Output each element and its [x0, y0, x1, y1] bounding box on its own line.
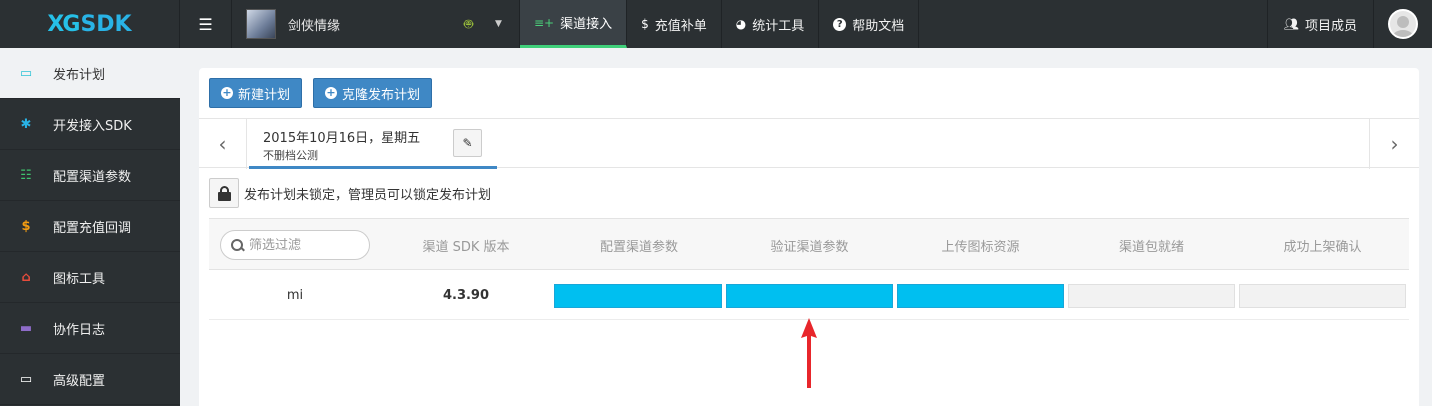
filter-search[interactable] [220, 230, 370, 260]
question-circle-icon: ? [833, 17, 847, 31]
date-tab-active[interactable]: 2015年10月16日，星期五 不删档公测 ✎ [249, 119, 497, 169]
stage-configure-params[interactable] [554, 284, 722, 308]
sidebar-item-dev-sdk[interactable]: ✱ 开发接入SDK [0, 99, 180, 150]
users-icon: 👥︎ [1283, 17, 1299, 31]
lock-notice-text: 发布计划未锁定，管理员可以锁定发布计划 [244, 187, 492, 203]
game-avatar [246, 9, 276, 39]
dollar-icon: $ [641, 17, 649, 31]
sidebar: ▭ 发布计划 ✱ 开发接入SDK ☷ 配置渠道参数 $ 配置充值回调 ⌂ 图标工… [0, 48, 180, 406]
navbar-spacer [919, 0, 1266, 48]
list-icon: ☷ [20, 167, 32, 183]
android-icon: 🤖︎ [464, 14, 474, 33]
image-icon: ⌂ [21, 269, 31, 285]
new-plan-button[interactable]: + 新建计划 [209, 78, 303, 108]
annotation-arrow [801, 318, 817, 388]
game-selector[interactable]: 剑侠情缘 🤖︎ ▼ [232, 0, 520, 48]
project-members-button[interactable]: 👥︎ 项目成员 [1266, 0, 1374, 48]
lock-button[interactable] [209, 178, 239, 208]
nav-label: 统计工具 [752, 18, 805, 34]
plus-circle-icon: + [221, 86, 233, 99]
date-tabs: ‹ 2015年10月16日，星期五 不删档公测 ✎ › [199, 118, 1419, 169]
column-header: 渠道包就绪 [1118, 239, 1184, 255]
sitemap-icon: ≡+ [534, 15, 555, 30]
sidebar-item-recharge-callback[interactable]: $ 配置充值回调 [0, 201, 180, 252]
clone-plan-button[interactable]: + 克隆发布计划 [313, 78, 433, 108]
comment-icon: ▬ [19, 320, 33, 336]
sidebar-item-label: 协作日志 [53, 322, 106, 338]
column-header: 成功上架确认 [1283, 239, 1362, 255]
button-label: 克隆发布计划 [342, 87, 421, 103]
channel-name: mi [286, 287, 304, 303]
sidebar-item-label: 配置渠道参数 [53, 169, 132, 185]
nav-stats[interactable]: ◕ 统计工具 [722, 0, 820, 48]
column-header: 配置渠道参数 [599, 239, 678, 255]
sidebar-item-label: 配置充值回调 [53, 220, 132, 236]
members-label: 项目成员 [1304, 18, 1357, 34]
top-navbar: XG SDK ☰ 剑侠情缘 🤖︎ ▼ ≡+ 渠道接入 $ 充值补单 ◕ 统计工具… [0, 0, 1432, 48]
nav-recharge[interactable]: $ 充值补单 [627, 0, 722, 48]
sidebar-item-release-plan[interactable]: ▭ 发布计划 [0, 48, 180, 99]
logo-text: SDK [80, 11, 132, 37]
nav-label: 帮助文档 [852, 18, 905, 34]
game-name: 剑侠情缘 [288, 18, 341, 34]
column-header: 渠道 SDK 版本 [422, 239, 510, 255]
stage-listing-confirmed[interactable] [1239, 284, 1406, 308]
sidebar-item-advanced[interactable]: ▭ 高级配置 [0, 354, 180, 405]
nav-help[interactable]: ? 帮助文档 [819, 0, 920, 48]
dollar-icon: $ [21, 218, 31, 234]
button-label: 新建计划 [238, 87, 291, 103]
column-header: 上传图标资源 [941, 239, 1020, 255]
stage-upload-icons[interactable] [897, 284, 1064, 308]
bars-icon[interactable]: ☰ [180, 0, 232, 48]
stage-verify-params[interactable] [726, 284, 893, 308]
column-header: 验证渠道参数 [770, 239, 849, 255]
sidebar-item-collab-log[interactable]: ▬ 协作日志 [0, 303, 180, 354]
laptop-icon: ▭ [19, 371, 33, 387]
table-header: 渠道 SDK 版本 配置渠道参数 验证渠道参数 上传图标资源 渠道包就绪 成功上… [209, 218, 1409, 270]
logo-mark: XG [47, 11, 80, 37]
plus-circle-icon: + [325, 86, 337, 99]
pencil-icon[interactable]: ✎ [453, 129, 482, 157]
sidebar-item-label: 高级配置 [53, 373, 106, 389]
avatar [1388, 9, 1418, 39]
nav-label: 充值补单 [654, 18, 707, 34]
user-menu[interactable] [1374, 0, 1432, 48]
search-icon [231, 239, 243, 251]
channel-table: 渠道 SDK 版本 配置渠道参数 验证渠道参数 上传图标资源 渠道包就绪 成功上… [209, 218, 1409, 320]
stage-package-ready[interactable] [1068, 284, 1235, 308]
plan-date: 2015年10月16日，星期五 [263, 131, 421, 146]
sidebar-item-label: 发布计划 [53, 67, 106, 83]
sidebar-item-label: 图标工具 [53, 271, 106, 287]
table-row[interactable]: mi 4.3.90 [209, 270, 1409, 320]
chevron-right-icon[interactable]: › [1369, 119, 1419, 169]
sidebar-item-icon-tool[interactable]: ⌂ 图标工具 [0, 252, 180, 303]
pie-chart-icon: ◕ [735, 17, 747, 31]
lock-notice: 发布计划未锁定，管理员可以锁定发布计划 [209, 178, 491, 208]
gear-icon: ✱ [20, 116, 32, 132]
sdk-version: 4.3.90 [442, 287, 490, 303]
chevron-down-icon[interactable]: ▼ [495, 19, 502, 29]
sidebar-item-channel-params[interactable]: ☷ 配置渠道参数 [0, 150, 180, 201]
sidebar-item-label: 开发接入SDK [53, 118, 132, 134]
plan-subtitle: 不删档公测 [263, 149, 318, 162]
calendar-icon: ▭ [19, 65, 33, 81]
logo[interactable]: XG SDK [0, 0, 180, 48]
nav-channel-access[interactable]: ≡+ 渠道接入 [520, 0, 628, 48]
chevron-left-icon[interactable]: ‹ [199, 119, 247, 169]
nav-label: 渠道接入 [560, 17, 613, 32]
lock-icon [217, 185, 231, 201]
arrow-shape [801, 318, 817, 388]
search-input[interactable] [249, 237, 349, 253]
